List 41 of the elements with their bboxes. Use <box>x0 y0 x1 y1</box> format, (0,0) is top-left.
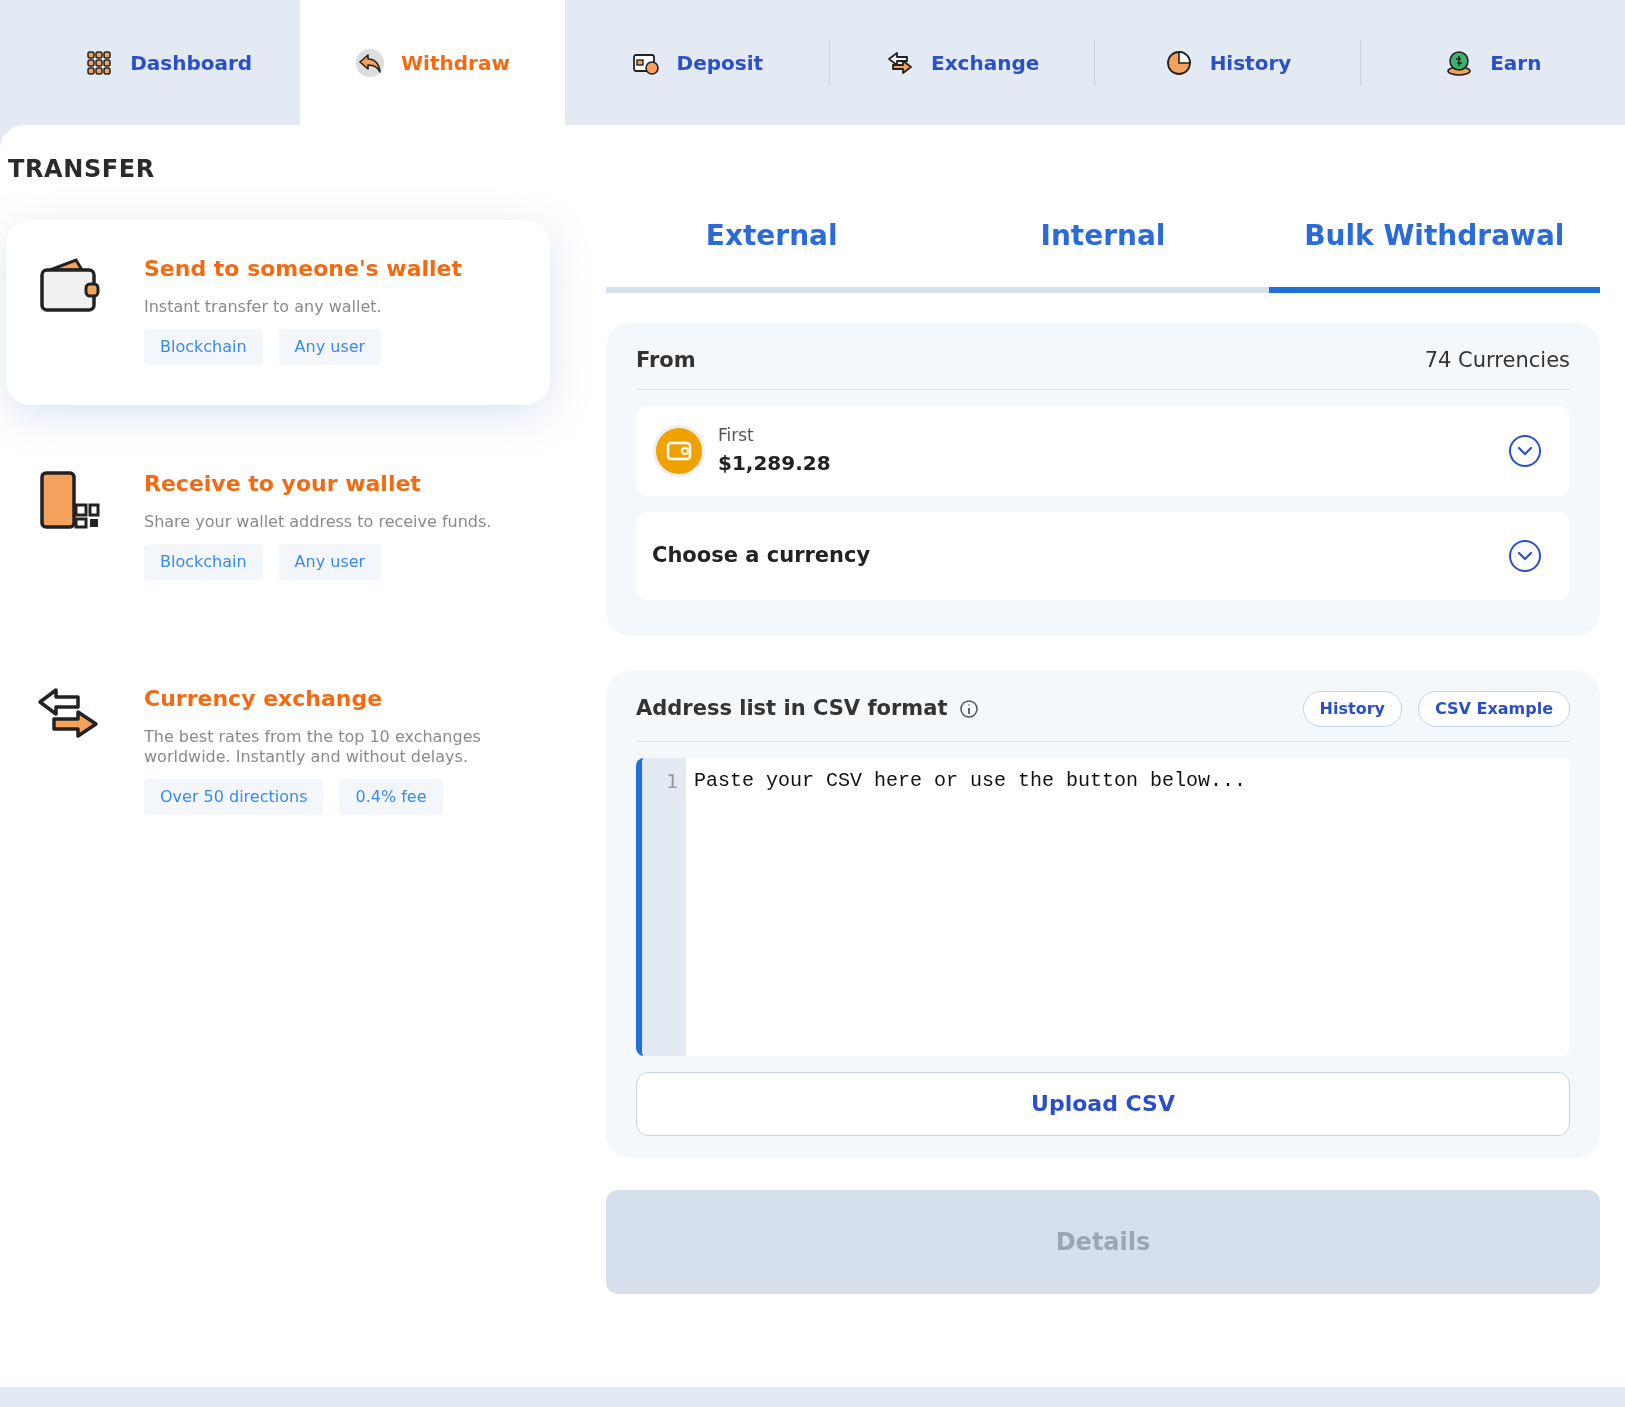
nav-tab[interactable]: Deposit <box>564 0 829 125</box>
tag: Any user <box>278 544 382 580</box>
wallet-name: First <box>718 423 755 447</box>
transfer-option-card[interactable]: Send to someone's wallet Instant transfer to any wallet. Blockchain Any user <box>6 220 550 405</box>
option-title: Send to someone's wallet <box>144 255 463 283</box>
wallet-balance: $1,289.28 <box>718 450 831 478</box>
pill-button[interactable]: History <box>1302 690 1402 727</box>
from-label: From <box>636 347 696 374</box>
currency-count: 74 Currencies <box>1424 347 1570 374</box>
transfer-type-tab[interactable]: Bulk Withdrawal <box>1268 215 1600 293</box>
dropdown-chevron-icon[interactable] <box>1508 433 1542 468</box>
option-title: Currency exchange <box>144 685 384 713</box>
option-title: Receive to your wallet <box>144 470 422 498</box>
tag: Any user <box>278 329 382 365</box>
nav-tab[interactable]: Withdraw <box>300 0 565 125</box>
line-number: 1 <box>665 768 678 793</box>
info-icon[interactable] <box>959 698 980 719</box>
option-description: Share your wallet address to receive funds. <box>144 512 492 532</box>
nav-tab[interactable]: Exchange <box>830 0 1095 125</box>
transfer-option-card[interactable]: Receive to your wallet Share your wallet address to receive funds. Blockchain Any user <box>6 435 550 620</box>
transfer-type-tab[interactable]: External <box>606 215 938 293</box>
option-description: Instant transfer to any wallet. <box>144 297 383 317</box>
csv-label: Address list in CSV format <box>636 694 948 722</box>
tag: Blockchain <box>144 329 263 365</box>
nav-tab[interactable]: History <box>1095 0 1360 125</box>
upload-csv-button[interactable]: Upload CSV <box>636 1071 1570 1136</box>
option-description: The best rates from the top 10 exchanges worldwide. Instantly and without delays. <box>144 727 482 767</box>
tag: Blockchain <box>144 544 263 580</box>
transfer-type-tab[interactable]: Internal <box>937 215 1269 293</box>
nav-tab[interactable]: Dashboard <box>36 0 301 125</box>
pill-button[interactable]: CSV Example <box>1417 690 1570 727</box>
dropdown-chevron-icon[interactable] <box>1508 538 1542 573</box>
wallet-select[interactable]: First $1,289.28 <box>636 405 1570 496</box>
tag: 0.4% fee <box>339 779 443 815</box>
transfer-option-card[interactable]: Currency exchange The best rates from the top 10 exchanges worldwide. Instantly and without delays. Over 50 directions 0.4% fee <box>6 650 550 855</box>
wallet-avatar-icon <box>652 423 706 478</box>
tag: Over 50 directions <box>144 779 324 815</box>
section-title: TRANSFER <box>7 154 156 185</box>
currency-select[interactable]: Choose a currency <box>636 511 1570 600</box>
nav-tab[interactable]: Earn <box>1360 0 1625 125</box>
csv-input-field[interactable]: Paste your CSV here or use the button below... <box>686 757 1570 1056</box>
